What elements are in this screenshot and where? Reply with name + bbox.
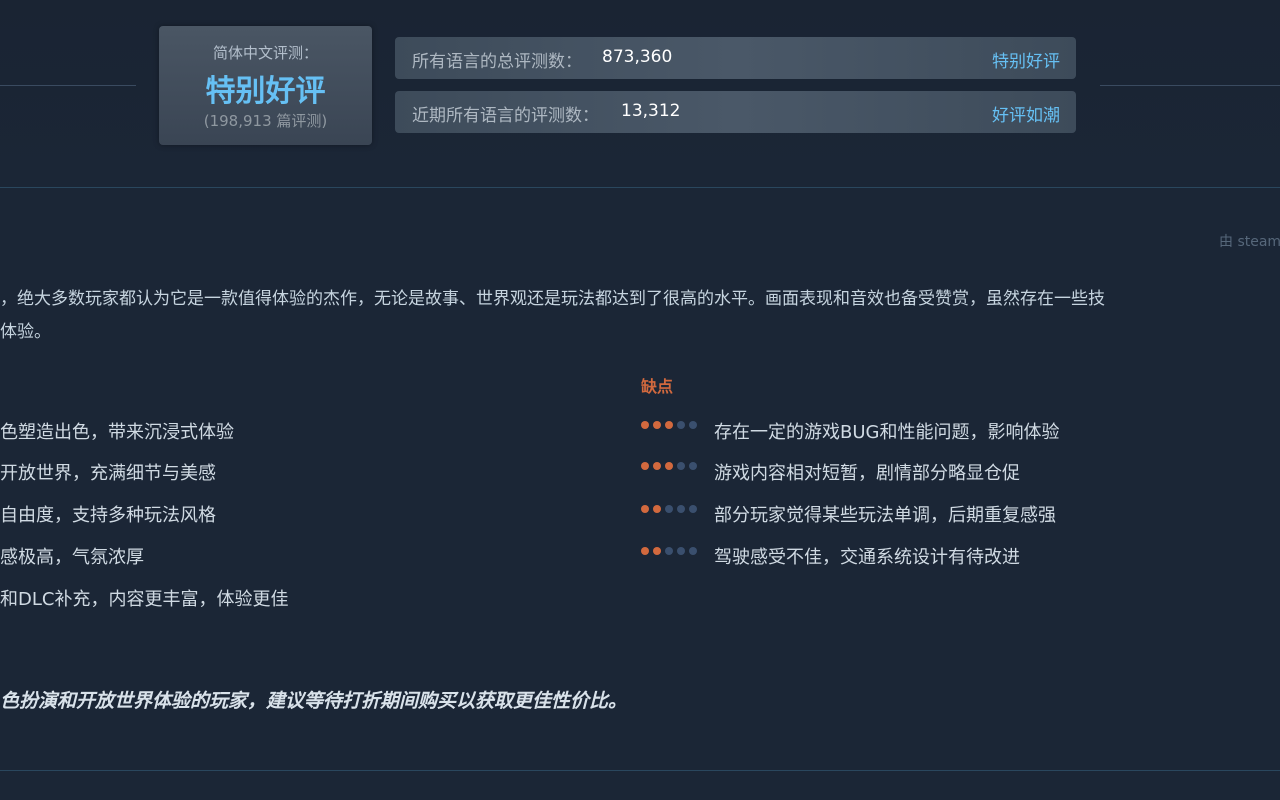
section-border-bottom xyxy=(0,770,1280,771)
severity-dot-filled xyxy=(653,505,661,513)
con-item: 驾驶感受不佳，交通系统设计有待改进 xyxy=(714,547,1020,568)
severity-dot-filled xyxy=(641,505,649,513)
con-severity-dots xyxy=(641,462,701,470)
pro-item: 感极高，气氛浓厚 xyxy=(0,547,144,568)
severity-dot-filled xyxy=(641,421,649,429)
pro-item: 自由度，支持多种玩法风格 xyxy=(0,505,216,526)
ai-summary-text-line-1: ，绝大多数玩家都认为它是一款值得体验的杰作，无论是故事、世界观还是玩法都达到了很… xyxy=(0,289,1105,309)
severity-dot-filled xyxy=(641,462,649,470)
ai-summary-text-line-2: 体验。 xyxy=(0,322,51,342)
severity-dot-empty xyxy=(677,547,685,555)
con-item: 存在一定的游戏BUG和性能问题，影响体验 xyxy=(714,422,1060,443)
severity-dot-empty xyxy=(677,505,685,513)
severity-dot-filled xyxy=(641,547,649,555)
con-severity-dots xyxy=(641,505,701,513)
severity-dot-empty xyxy=(665,505,673,513)
severity-dot-empty xyxy=(689,462,697,470)
ai-summary-attribution: 由 steam xyxy=(1219,234,1280,250)
severity-dot-empty xyxy=(689,547,697,555)
severity-dot-empty xyxy=(677,462,685,470)
severity-dot-empty xyxy=(689,421,697,429)
chinese-review-count: (198,913 篇评测) xyxy=(203,112,328,130)
con-severity-dots xyxy=(641,547,701,555)
severity-dot-filled xyxy=(653,421,661,429)
con-severity-dots xyxy=(641,421,701,429)
severity-dot-empty xyxy=(677,421,685,429)
section-border-top xyxy=(0,187,1280,188)
recent-reviews-rating-link[interactable]: 好评如潮 xyxy=(992,101,1060,126)
all-reviews-label: 所有语言的总评测数： xyxy=(412,52,582,72)
severity-dot-filled xyxy=(653,462,661,470)
divider-left xyxy=(0,85,136,86)
con-item: 部分玩家觉得某些玩法单调，后期重复感强 xyxy=(714,505,1056,526)
severity-dot-empty xyxy=(689,505,697,513)
cons-heading: 缺点 xyxy=(641,377,674,396)
con-item: 游戏内容相对短暂，剧情部分略显仓促 xyxy=(714,463,1020,484)
severity-dot-filled xyxy=(665,462,673,470)
divider-right xyxy=(1100,85,1280,86)
recent-reviews-row: 近期所有语言的评测数： 13,312 好评如潮 xyxy=(395,91,1076,133)
chinese-review-rating: 特别好评 xyxy=(205,74,326,109)
all-reviews-row: 所有语言的总评测数： 873,360 特别好评 xyxy=(395,37,1076,79)
all-reviews-count: 873,360 xyxy=(602,47,673,67)
all-reviews-rating-link[interactable]: 特别好评 xyxy=(992,47,1060,72)
recent-reviews-count: 13,312 xyxy=(621,101,681,121)
severity-dot-empty xyxy=(665,547,673,555)
pro-item: 和DLC补充，内容更丰富，体验更佳 xyxy=(0,589,289,610)
chinese-review-label: 简体中文评测： xyxy=(212,44,318,62)
pro-item: 色塑造出色，带来沉浸式体验 xyxy=(0,422,234,443)
pro-item: 开放世界，充满细节与美感 xyxy=(0,463,216,484)
chinese-review-score-box[interactable]: 简体中文评测： 特别好评 (198,913 篇评测) xyxy=(159,26,372,145)
severity-dot-filled xyxy=(665,421,673,429)
recommendation-verdict: 色扮演和开放世界体验的玩家，建议等待打折期间购买以获取更佳性价比。 xyxy=(0,690,628,712)
severity-dot-filled xyxy=(653,547,661,555)
recent-reviews-label: 近期所有语言的评测数： xyxy=(412,106,599,126)
